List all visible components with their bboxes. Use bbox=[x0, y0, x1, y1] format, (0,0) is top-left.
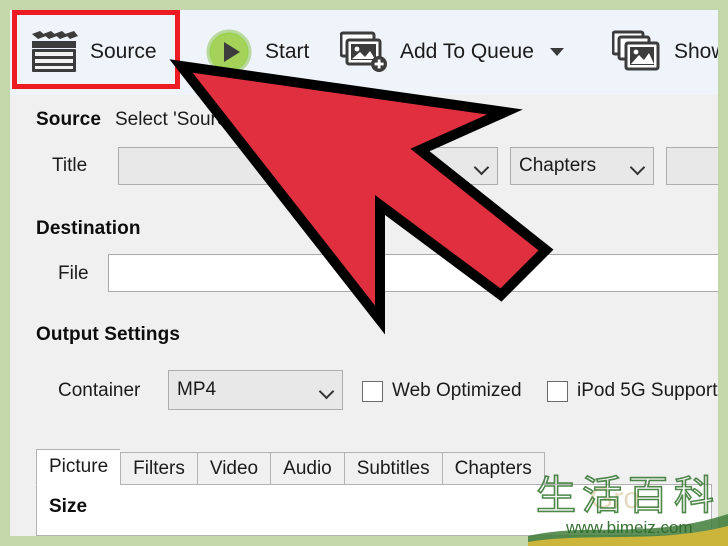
web-optimized-checkbox[interactable]: Web Optimized bbox=[362, 380, 522, 402]
source-select-note: Select 'Source' bbox=[115, 109, 241, 130]
tab-chapters[interactable]: Chapters bbox=[441, 452, 545, 485]
tab-filters[interactable]: Filters bbox=[120, 452, 197, 485]
chapter-range-dropdown[interactable] bbox=[666, 147, 718, 185]
ipod-5g-support-checkbox[interactable]: iPod 5G Support bbox=[547, 380, 717, 402]
main-toolbar: Source Start Add To Queue Sho bbox=[10, 10, 718, 96]
ipod-5g-support-label: iPod 5G Support bbox=[577, 380, 718, 401]
toolbar-start-button[interactable]: Start bbox=[195, 16, 330, 88]
checkbox-box-icon[interactable] bbox=[547, 380, 568, 402]
tab-picture-label: Picture bbox=[49, 456, 109, 477]
tab-video[interactable]: Video bbox=[196, 452, 271, 485]
toolbar-add-to-queue-button[interactable]: Add To Queue bbox=[330, 16, 595, 88]
settings-tab-panel: Picture Filters Video Audio Subtitles Ch… bbox=[36, 449, 712, 536]
container-dropdown[interactable]: MP4 bbox=[168, 370, 343, 410]
tab-picture[interactable]: Picture bbox=[36, 449, 121, 485]
toolbar-add-to-queue-label: Add To Queue bbox=[400, 40, 534, 63]
tab-subtitles-label: Subtitles bbox=[356, 457, 430, 479]
title-field-label: Title bbox=[52, 155, 88, 176]
title-dropdown[interactable] bbox=[118, 147, 498, 185]
main-form-area: Source Select 'Source' Title Chapters De… bbox=[10, 95, 718, 536]
source-section-title: Source bbox=[36, 109, 102, 130]
chapters-dropdown[interactable]: Chapters bbox=[510, 147, 654, 185]
container-dropdown-value: MP4 bbox=[177, 379, 217, 400]
chevron-down-icon bbox=[320, 386, 334, 395]
tab-subtitles[interactable]: Subtitles bbox=[343, 452, 442, 485]
toolbar-show-queue-button[interactable]: Show bbox=[602, 16, 718, 88]
checkbox-box-icon[interactable] bbox=[362, 380, 383, 402]
chapters-dropdown-value: Chapters bbox=[519, 155, 597, 176]
tab-chapters-label: Chapters bbox=[454, 457, 532, 479]
chevron-down-icon[interactable] bbox=[549, 48, 564, 56]
size-heading: Size bbox=[49, 496, 88, 517]
toolbar-show-queue-label: Show bbox=[674, 40, 718, 63]
screenshot-root: Source Start Add To Queue Sho Source Sel… bbox=[0, 0, 728, 546]
container-field-label: Container bbox=[58, 380, 141, 401]
file-field-label: File bbox=[58, 263, 89, 284]
tab-strip: Picture Filters Video Audio Subtitles Ch… bbox=[36, 449, 545, 485]
play-circle-icon bbox=[205, 28, 253, 76]
handbrake-window: Source Start Add To Queue Sho Source Sel… bbox=[10, 10, 718, 536]
destination-section-title: Destination bbox=[36, 218, 141, 239]
output-settings-title: Output Settings bbox=[36, 324, 180, 345]
tab-video-label: Video bbox=[209, 457, 259, 479]
source-highlight-box bbox=[12, 10, 180, 89]
add-to-queue-icon bbox=[339, 31, 388, 73]
tab-audio[interactable]: Audio bbox=[270, 452, 344, 485]
tab-filters-label: Filters bbox=[133, 457, 185, 479]
chevron-down-icon bbox=[475, 162, 489, 171]
chevron-down-icon bbox=[631, 162, 645, 171]
picture-tab-content: Size bbox=[36, 484, 712, 536]
toolbar-start-label: Start bbox=[265, 40, 310, 63]
show-queue-icon bbox=[611, 30, 662, 74]
tab-audio-label: Audio bbox=[283, 457, 332, 479]
web-optimized-label: Web Optimized bbox=[392, 380, 522, 401]
destination-file-input[interactable] bbox=[108, 254, 718, 292]
